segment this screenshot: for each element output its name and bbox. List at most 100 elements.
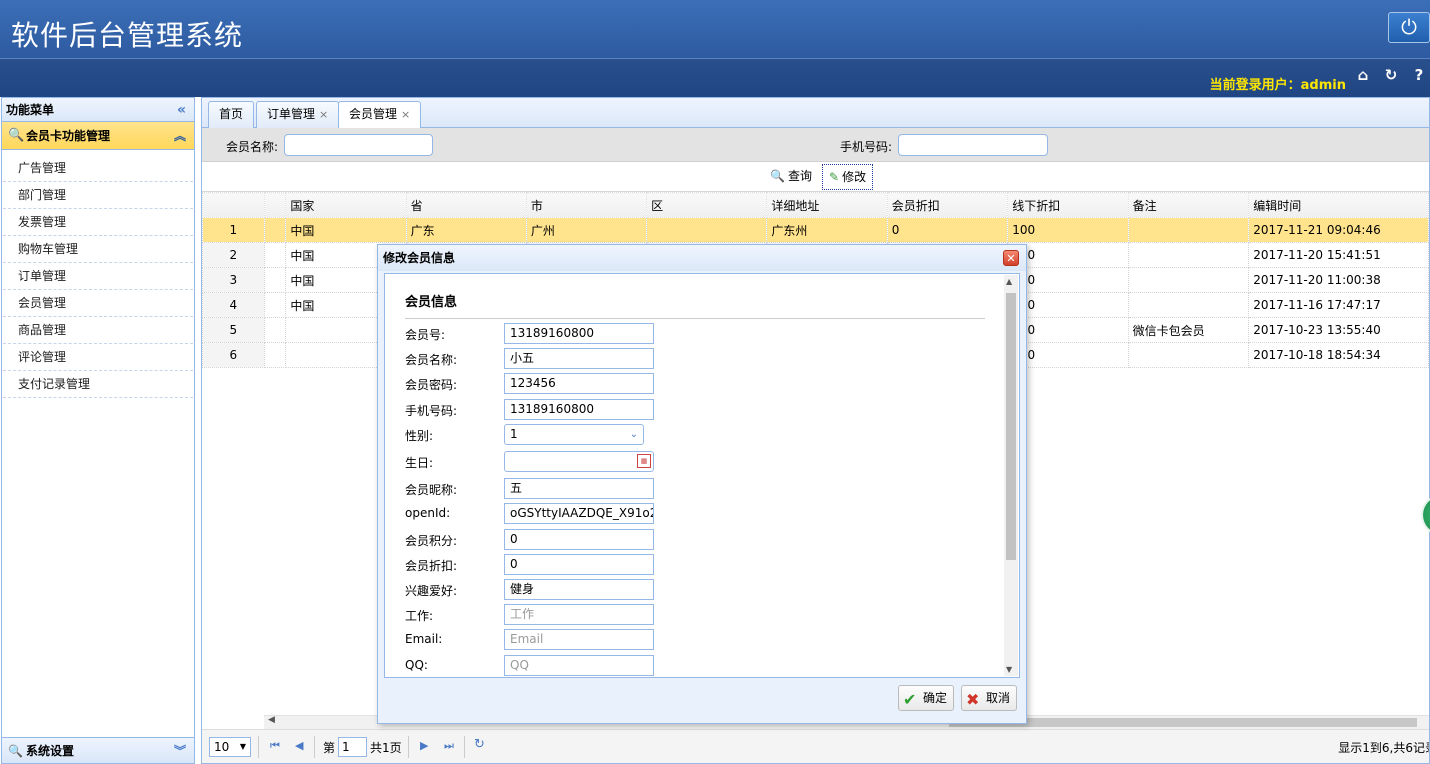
- col-header[interactable]: 国家: [285, 192, 407, 218]
- text-field[interactable]: oGSYttyIAAZDQE_X91o21: [504, 503, 654, 525]
- text-field[interactable]: 0: [504, 553, 654, 575]
- sidebar-title: 功能菜单: [6, 103, 55, 117]
- tab-home[interactable]: 首页: [208, 101, 255, 128]
- tab-members[interactable]: 会员管理 ×: [338, 101, 422, 129]
- sidebar-item-invoice[interactable]: 发票管理: [3, 209, 193, 236]
- col-header[interactable]: 备注: [1127, 192, 1250, 218]
- text-field[interactable]: 13189160800: [504, 398, 654, 420]
- cancel-button[interactable]: ✖ 取消: [961, 685, 1018, 711]
- power-button[interactable]: ⏻: [1388, 12, 1430, 43]
- close-icon[interactable]: ✕: [1003, 250, 1019, 266]
- field-label: 会员密码:: [405, 378, 458, 393]
- row-blank-cell: [263, 267, 287, 293]
- sidebar-item-members[interactable]: 会员管理: [3, 290, 193, 317]
- top-header: 软件后台管理系统 ⏻ 当前登录用户：admin ⌂ ↻ ?: [0, 0, 1430, 97]
- cancel-icon: ✖: [966, 690, 980, 709]
- text-field[interactable]: 小五: [504, 348, 654, 370]
- field-value: 123456: [510, 376, 556, 391]
- text-field[interactable]: QQ: [504, 654, 654, 676]
- phone-input[interactable]: [898, 134, 1048, 156]
- edit-button[interactable]: ✎ 修改: [822, 164, 874, 190]
- ok-label: 确定: [923, 691, 948, 705]
- page-size-select[interactable]: 10 ▼: [209, 737, 251, 757]
- accordion-member-card[interactable]: 🔍 会员卡功能管理 ︽: [2, 122, 194, 150]
- col-header[interactable]: 详细地址: [766, 192, 888, 218]
- text-field[interactable]: 0: [504, 528, 654, 550]
- scroll-left-icon[interactable]: ◀: [268, 715, 275, 725]
- text-field[interactable]: Email: [504, 629, 654, 651]
- table-cell: 广东州: [766, 217, 888, 243]
- tab-label: 订单管理: [267, 107, 316, 121]
- ok-button[interactable]: ✔ 确定: [898, 685, 955, 711]
- text-field[interactable]: 五: [504, 478, 654, 500]
- tab-label: 首页: [219, 107, 244, 121]
- tab-orders[interactable]: 订单管理 ×: [256, 101, 340, 128]
- blank-header: [263, 192, 287, 218]
- chevron-down-icon[interactable]: ︾: [174, 738, 186, 764]
- field-label: 会员号:: [405, 328, 446, 342]
- page-prefix: 第: [323, 741, 336, 755]
- scroll-thumb[interactable]: [1006, 293, 1016, 560]
- col-header[interactable]: 编辑时间: [1248, 192, 1429, 218]
- close-icon[interactable]: ×: [401, 108, 410, 121]
- edit-label: 修改: [842, 170, 867, 184]
- col-header[interactable]: 区: [646, 192, 768, 218]
- next-page-icon[interactable]: ▶: [420, 739, 428, 752]
- collapse-left-icon[interactable]: «: [177, 98, 186, 122]
- search-icon: 🔍: [770, 169, 785, 183]
- table-cell: [1127, 267, 1250, 293]
- sidebar-item-cart[interactable]: 购物车管理: [3, 236, 193, 263]
- text-field[interactable]: 健身: [504, 579, 654, 600]
- help-icon[interactable]: ?: [1410, 66, 1428, 84]
- field-label: 生日:: [405, 456, 434, 470]
- pencil-icon: ✎: [829, 170, 840, 184]
- prev-page-icon[interactable]: ◀: [295, 739, 303, 752]
- chevron-up-icon[interactable]: ︽: [174, 122, 186, 150]
- col-header[interactable]: 会员折扣: [886, 192, 1009, 218]
- text-field[interactable]: 123456: [504, 373, 654, 395]
- row-blank-cell: [263, 242, 287, 268]
- scroll-up-icon[interactable]: ▲: [1006, 277, 1012, 286]
- sidebar-item-products[interactable]: 商品管理: [3, 317, 193, 344]
- row-blank-cell: [263, 342, 287, 368]
- page-number-input[interactable]: 1: [338, 737, 367, 757]
- sidebar-item-orders[interactable]: 订单管理: [3, 263, 193, 290]
- phone-label: 手机号码:: [840, 140, 893, 154]
- refresh-icon[interactable]: ↻: [474, 737, 485, 752]
- vertical-scrollbar[interactable]: ▲ ▼: [1004, 275, 1018, 676]
- edit-member-dialog: 修改会员信息 ✕ 会员信息 会员号: 13189160800 会员名称: 小五 会员密码…: [377, 244, 1027, 724]
- sidebar-item-ad[interactable]: 广告管理: [3, 155, 193, 182]
- tab-label: 会员管理: [349, 107, 398, 121]
- col-header[interactable]: 市: [525, 192, 648, 218]
- sidebar-item-department[interactable]: 部门管理: [3, 182, 193, 209]
- col-header[interactable]: 线下折扣: [1007, 192, 1129, 218]
- table-row[interactable]: 1 中国 广东 广州 广东州 0 100 2017-11-21 09:04:46: [202, 217, 1429, 243]
- table-cell: 0: [886, 217, 1009, 243]
- accordion-system-settings[interactable]: 🔍 系统设置 ︾: [2, 737, 194, 763]
- refresh-icon[interactable]: ↻: [1382, 66, 1400, 84]
- field-label: 手机号码:: [405, 403, 458, 418]
- query-button[interactable]: 🔍 查询: [764, 164, 818, 190]
- text-field[interactable]: 工作: [504, 604, 654, 626]
- gender-select[interactable]: 1 ⌄: [504, 423, 644, 445]
- scroll-down-icon[interactable]: ▼: [1006, 665, 1012, 674]
- row-blank-cell: [263, 317, 287, 343]
- field-label: 会员积分:: [405, 533, 458, 548]
- text-field[interactable]: 13189160800: [504, 323, 654, 344]
- col-header[interactable]: 省: [405, 192, 527, 218]
- calendar-icon[interactable]: ▦: [637, 454, 651, 468]
- first-page-icon[interactable]: ⏮: [270, 739, 280, 753]
- home-icon[interactable]: ⌂: [1354, 66, 1372, 84]
- birthday-date-field[interactable]: ▦: [504, 451, 654, 472]
- last-page-icon[interactable]: ⏭: [444, 739, 454, 753]
- field-label: openId:: [405, 506, 451, 521]
- chevron-down-icon[interactable]: ⌄: [625, 425, 643, 444]
- table-cell: 2017-11-16 17:47:17: [1248, 292, 1429, 318]
- member-name-input[interactable]: [284, 134, 433, 156]
- table-cell: 2017-11-20 11:00:38: [1248, 267, 1429, 293]
- sidebar-item-payments[interactable]: 支付记录管理: [3, 371, 193, 398]
- table-cell: 微信卡包会员: [1127, 317, 1250, 343]
- close-icon[interactable]: ×: [319, 108, 328, 121]
- member-name-label: 会员名称:: [226, 140, 279, 154]
- sidebar-item-comments[interactable]: 评论管理: [3, 344, 193, 371]
